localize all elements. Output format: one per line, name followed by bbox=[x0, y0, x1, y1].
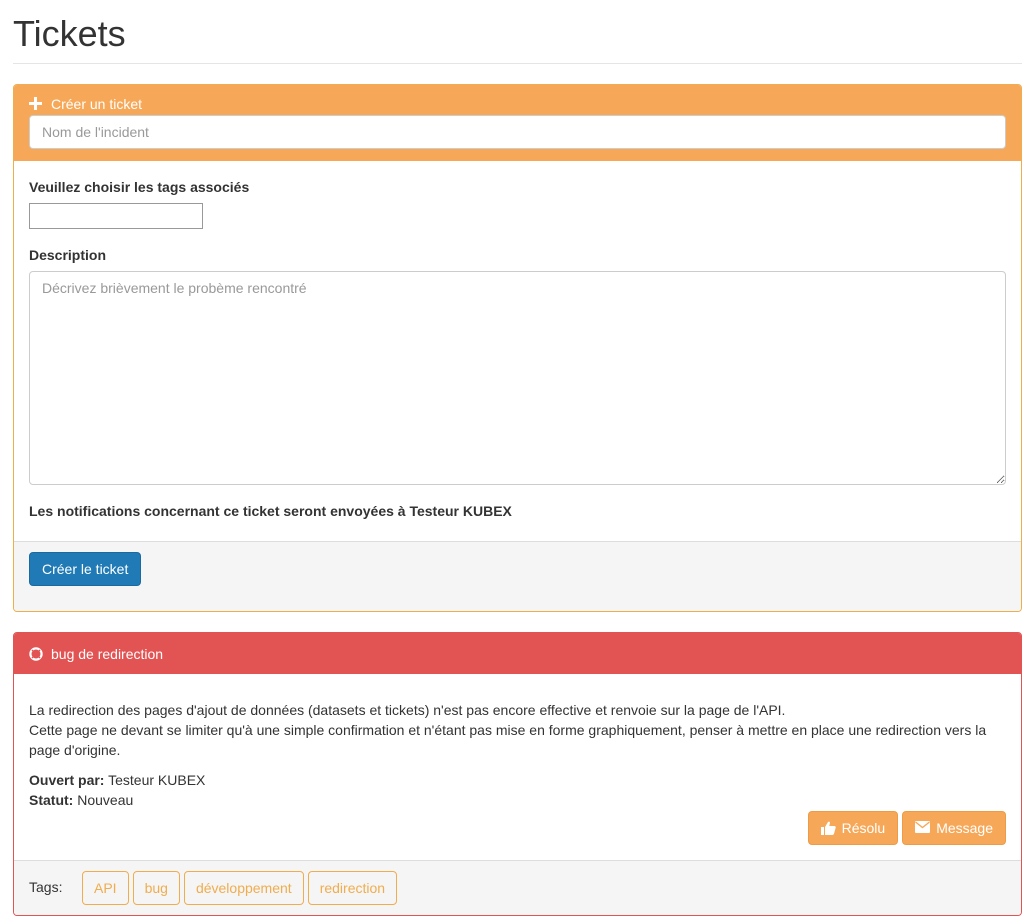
description-textarea[interactable] bbox=[29, 271, 1006, 485]
page-title: Tickets bbox=[13, 13, 126, 54]
ticket-header: bug de redirection bbox=[14, 633, 1021, 674]
tag-bug[interactable]: bug bbox=[132, 871, 180, 905]
create-ticket-panel: Créer un ticket Veuillez choisir les tag… bbox=[13, 84, 1022, 612]
ticket-tags-footer: Tags: API bug développement redirection bbox=[14, 860, 1021, 915]
ticket-actions: Résolu Message bbox=[29, 811, 1006, 860]
create-ticket-button[interactable]: Créer le ticket bbox=[29, 552, 142, 586]
status-label: Statut: bbox=[29, 792, 74, 808]
create-ticket-heading: Créer un ticket bbox=[29, 95, 1006, 113]
tags-label: Veuillez choisir les tags associés bbox=[29, 179, 250, 195]
ticket-description-line: Cette page ne devant se limiter qu'à une… bbox=[29, 722, 987, 738]
create-ticket-footer: Créer le ticket bbox=[14, 541, 1021, 611]
status-row: Statut: Nouveau bbox=[29, 790, 1006, 810]
ticket-meta: Ouvert par: Testeur KUBEX Statut: Nouvea… bbox=[29, 770, 1006, 810]
tags-input[interactable] bbox=[29, 203, 203, 229]
message-button[interactable]: Message bbox=[902, 811, 1006, 845]
tag-developpement[interactable]: développement bbox=[183, 871, 304, 905]
opened-by-row: Ouvert par: Testeur KUBEX bbox=[29, 770, 1006, 790]
opened-by-label: Ouvert par: bbox=[29, 772, 105, 788]
title-divider bbox=[13, 63, 1022, 64]
status-value: Nouveau bbox=[77, 792, 134, 808]
thumbs-up-icon bbox=[820, 821, 836, 835]
resolve-button[interactable]: Résolu bbox=[807, 811, 899, 845]
life-ring-icon bbox=[29, 646, 43, 661]
message-button-label: Message bbox=[936, 820, 993, 836]
ticket-description-line: La redirection des pages d'ajout de donn… bbox=[29, 702, 786, 718]
create-ticket-header: Créer un ticket bbox=[14, 85, 1021, 161]
notification-notice: Les notifications concernant ce ticket s… bbox=[29, 503, 512, 519]
ticket-panel: bug de redirection La redirection des pa… bbox=[13, 632, 1022, 916]
create-ticket-body: Veuillez choisir les tags associés Descr… bbox=[14, 161, 1021, 541]
resolve-button-label: Résolu bbox=[841, 820, 886, 836]
incident-name-input[interactable] bbox=[29, 115, 1006, 149]
envelope-icon bbox=[915, 821, 931, 835]
ticket-body: La redirection des pages d'ajout de donn… bbox=[14, 674, 1021, 860]
opened-by-value: Testeur KUBEX bbox=[108, 772, 206, 788]
description-label: Description bbox=[29, 247, 107, 263]
plus-icon bbox=[29, 97, 43, 111]
tag-api[interactable]: API bbox=[82, 871, 129, 905]
tag-redirection[interactable]: redirection bbox=[307, 871, 398, 905]
ticket-tags-label: Tags: bbox=[29, 879, 63, 895]
tickets-page: Tickets Créer un ticket Veuillez choisir… bbox=[0, 0, 1036, 916]
create-ticket-heading-label: Créer un ticket bbox=[51, 96, 143, 112]
ticket-description-line: page d'origine. bbox=[29, 742, 121, 758]
ticket-title: bug de redirection bbox=[51, 645, 164, 662]
